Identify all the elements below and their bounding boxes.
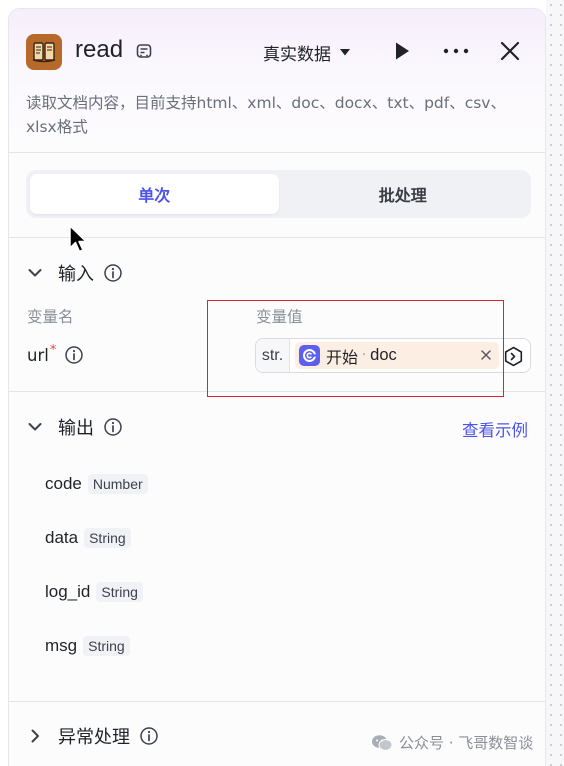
ref-separator: · — [362, 348, 367, 363]
input-section-title: 输入 — [58, 264, 94, 285]
node-title[interactable]: read — [75, 36, 123, 64]
node-config-panel: read 真实数据 读取文档内容，目前支持html、xml、doc、docx、t… — [8, 8, 546, 766]
exception-section-header: 异常处理 — [26, 723, 159, 749]
output-section-header: 输出 — [26, 414, 123, 440]
edit-title-icon[interactable] — [135, 42, 153, 60]
close-button[interactable] — [498, 39, 522, 63]
variable-name-column-label: 变量名 — [27, 308, 74, 326]
output-field-name: log_id — [45, 582, 91, 601]
chevron-down-icon[interactable] — [26, 418, 44, 436]
start-node-icon — [299, 345, 320, 366]
output-field-name: code — [45, 474, 82, 493]
data-source-label: 真实数据 — [263, 44, 331, 65]
canvas-dotted-background — [546, 0, 564, 766]
divider — [9, 391, 545, 392]
output-field-row: code Number — [45, 474, 148, 494]
caret-down-icon — [340, 49, 350, 56]
view-example-link[interactable]: 查看示例 — [462, 417, 528, 441]
output-field-row: log_id String — [45, 582, 143, 602]
chevron-right-icon[interactable] — [26, 727, 44, 745]
param-name: url — [27, 345, 49, 365]
tab-single[interactable]: 单次 — [30, 174, 279, 214]
output-section-title: 输出 — [58, 418, 94, 439]
param-url-name: url * — [27, 342, 84, 365]
tab-batch[interactable]: 批处理 — [279, 174, 528, 214]
info-icon[interactable] — [103, 263, 123, 283]
variable-select-icon[interactable] — [503, 346, 524, 367]
variable-reference-chip[interactable]: 开始 · doc — [295, 342, 499, 369]
info-icon[interactable] — [103, 417, 123, 437]
divider — [9, 237, 545, 238]
mouse-cursor-icon — [69, 225, 87, 253]
book-icon — [26, 34, 62, 70]
more-options-button[interactable] — [441, 40, 471, 62]
run-button[interactable] — [392, 40, 412, 62]
param-url-value-field[interactable]: str. 开始 · doc — [255, 338, 531, 373]
output-field-name: data — [45, 528, 79, 547]
output-type-badge: String — [83, 636, 130, 656]
info-icon[interactable] — [64, 345, 84, 365]
variable-value-column-label: 变量值 — [256, 308, 303, 326]
node-description: 读取文档内容，目前支持html、xml、doc、docx、txt、pdf、csv… — [26, 94, 506, 136]
output-type-badge: String — [84, 528, 131, 548]
clear-icon[interactable] — [479, 348, 493, 362]
info-icon[interactable] — [139, 726, 159, 746]
ref-node-name: 开始 — [326, 347, 359, 367]
panel-header: read 真实数据 — [9, 9, 545, 95]
divider — [9, 152, 545, 153]
output-type-badge: String — [96, 582, 143, 602]
ref-variable-name: doc — [370, 346, 397, 364]
input-section-header: 输入 — [26, 260, 123, 286]
exception-section-title: 异常处理 — [58, 727, 130, 748]
divider — [9, 701, 545, 702]
output-field-row: msg String — [45, 636, 130, 656]
data-source-select[interactable]: 真实数据 — [263, 39, 351, 65]
wechat-icon — [372, 734, 393, 751]
mode-tabs: 单次 批处理 — [26, 170, 531, 218]
watermark-text: 公众号 · 飞哥数智谈 — [399, 734, 534, 752]
output-field-name: msg — [45, 636, 78, 655]
chevron-down-icon[interactable] — [26, 264, 44, 282]
type-tag: str. — [256, 339, 290, 372]
required-mark: * — [49, 342, 57, 358]
output-type-badge: Number — [87, 474, 148, 494]
watermark: 公众号 · 飞哥数智谈 — [371, 732, 533, 753]
output-field-row: data String — [45, 528, 131, 548]
